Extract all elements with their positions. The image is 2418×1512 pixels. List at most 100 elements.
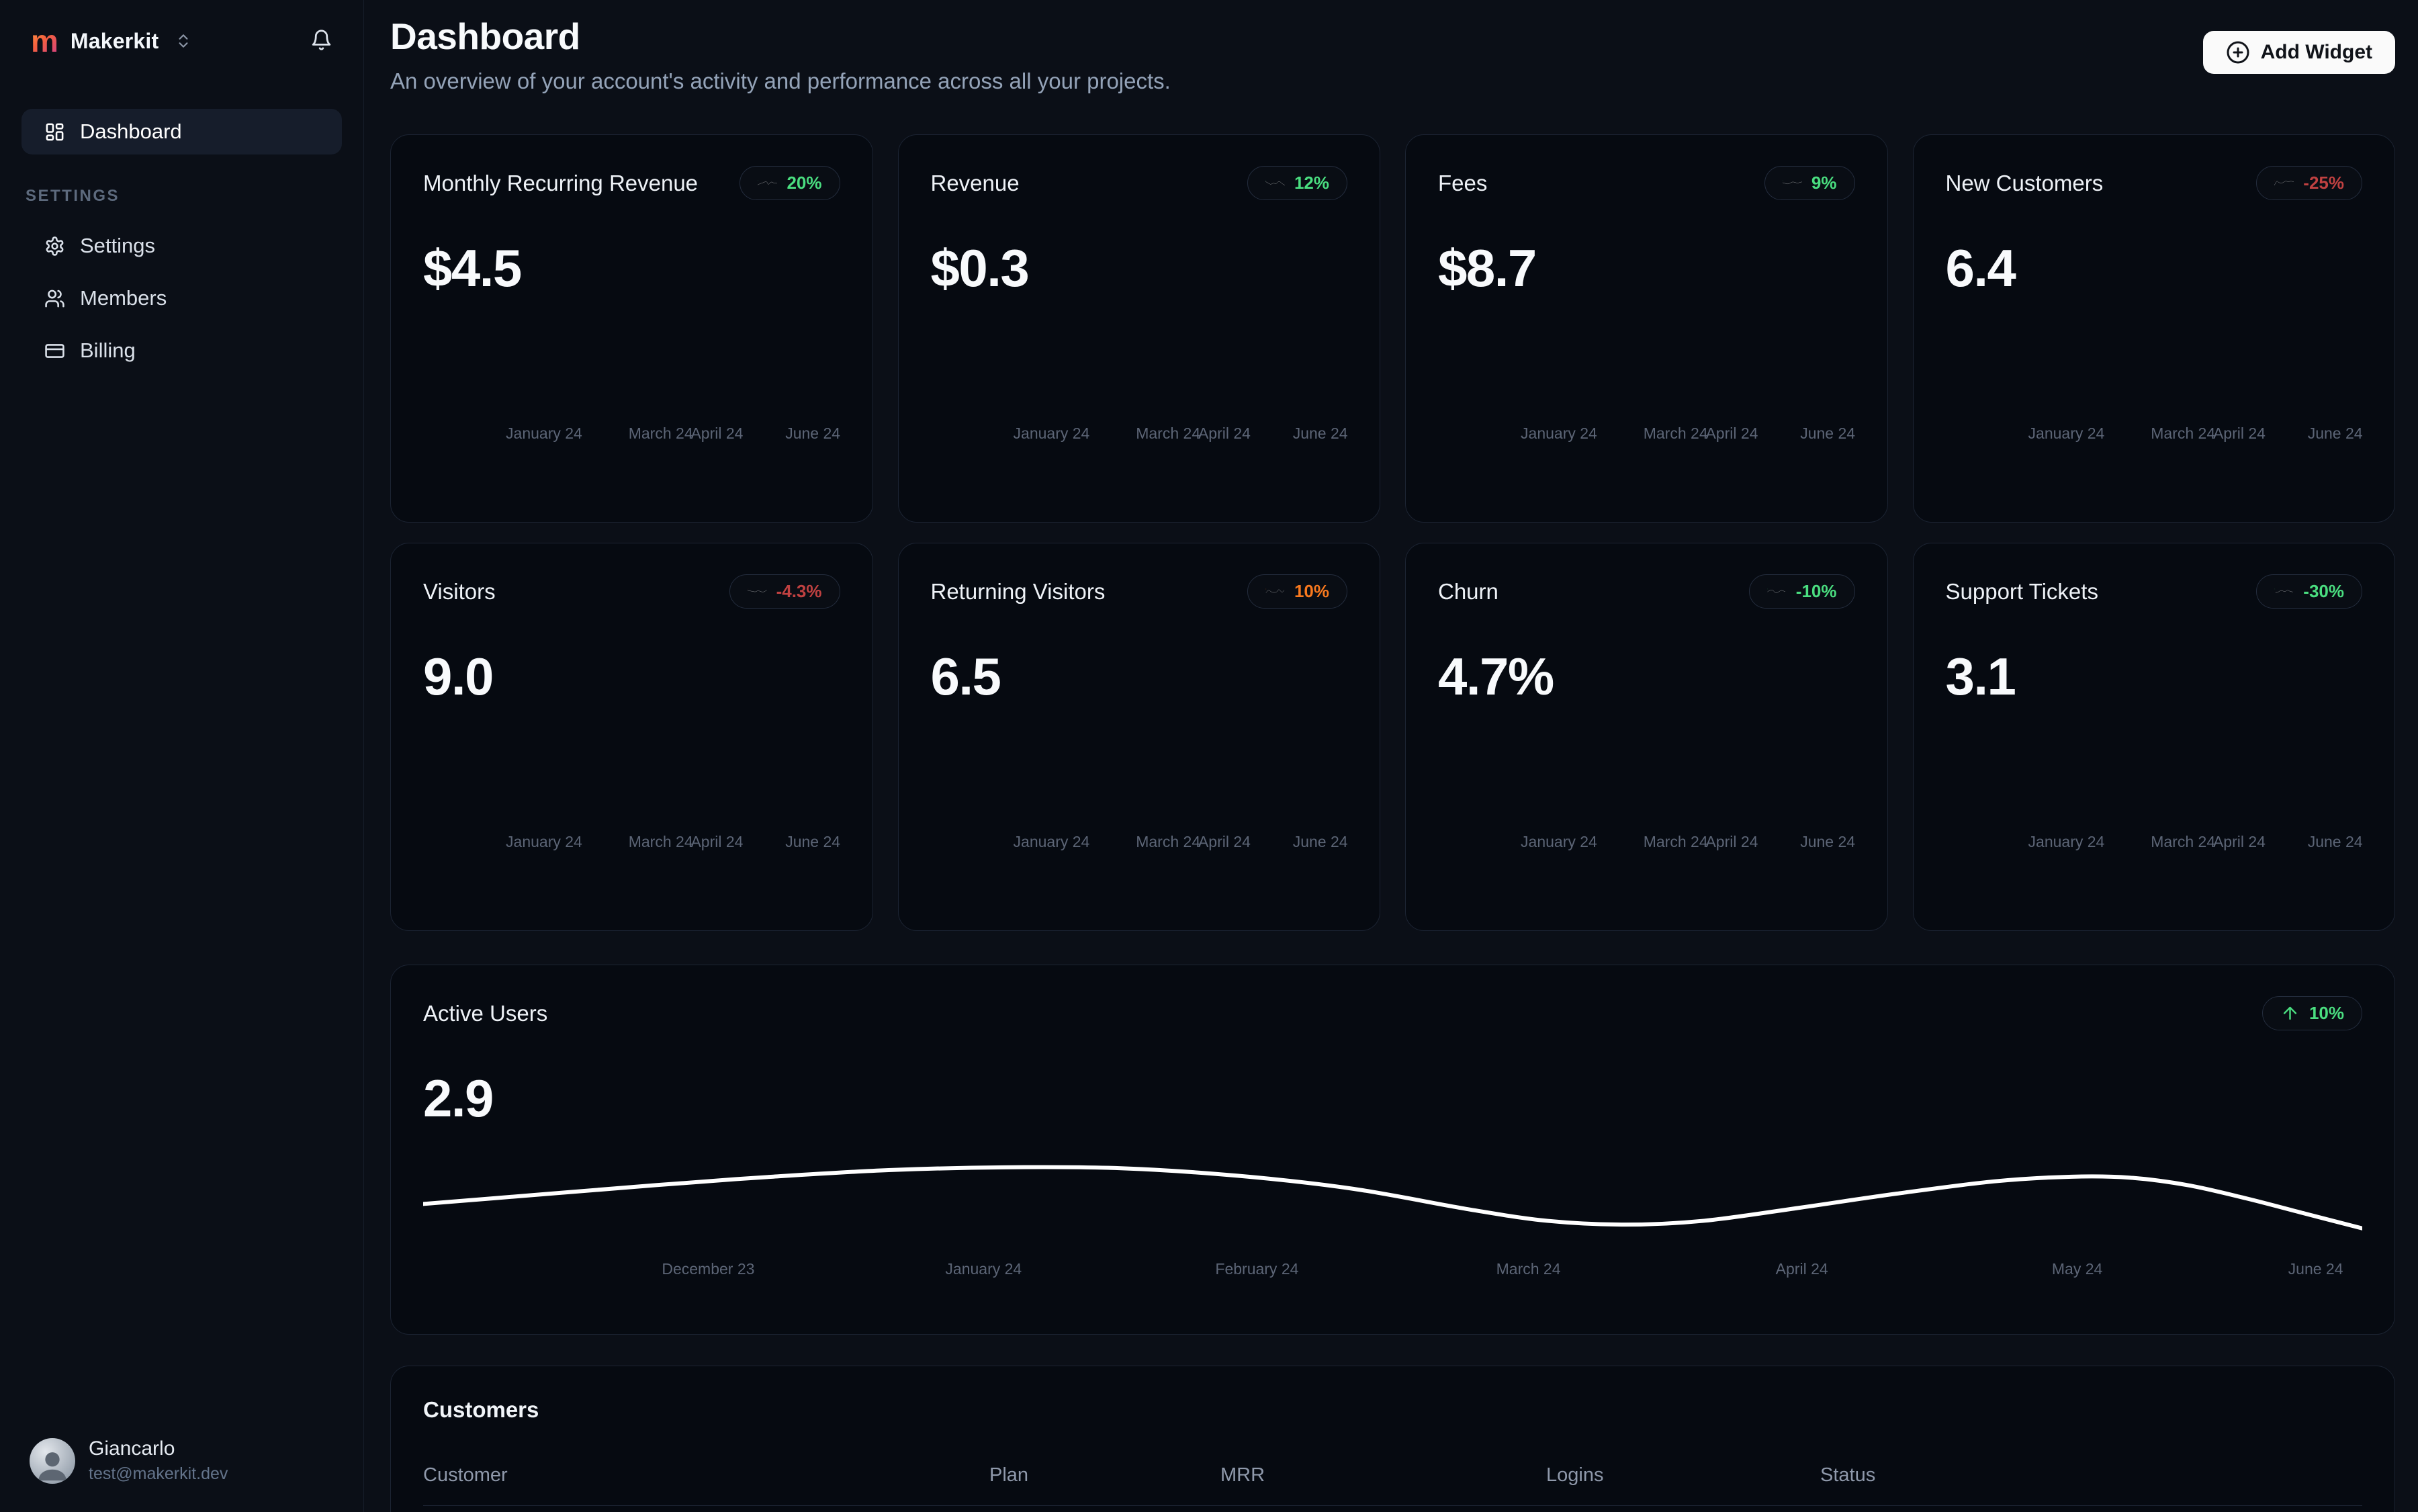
axis-label: January 24	[2028, 425, 2105, 442]
sparkline-chart	[1946, 707, 2363, 825]
gear-icon	[44, 236, 65, 257]
stat-card-title: Visitors	[423, 578, 496, 604]
page-title: Dashboard	[390, 15, 580, 57]
axis-label: June 24	[1292, 425, 1348, 442]
trend-badge: 10%	[1247, 574, 1347, 609]
axis-label: March 24	[1643, 425, 1708, 442]
makerkit-logo-icon: m	[31, 24, 58, 58]
bell-icon	[310, 30, 332, 53]
axis-label: February 24	[1215, 1260, 1299, 1278]
column-header-plan: Plan	[989, 1464, 1029, 1486]
sidebar-item-dashboard[interactable]: Dashboard	[21, 109, 342, 154]
axis-label: January 24	[1013, 425, 1090, 442]
settings-nav: Settings Members Billing	[0, 223, 363, 373]
stat-card: Visitors -4.3% 9.0 January 24 March 24 Apr…	[390, 543, 873, 931]
axis-label: June 24	[1800, 833, 1856, 850]
column-header-customer: Customer	[423, 1464, 508, 1486]
credit-card-icon	[44, 341, 65, 361]
axis-label: March 24	[1136, 425, 1201, 442]
trend-badge: 10%	[2262, 996, 2362, 1030]
axis-label: April 24	[1705, 425, 1758, 442]
stat-card-value: 6.5	[930, 647, 1001, 706]
x-axis-labels: January 24 March 24 April 24 June 24	[1946, 425, 2363, 443]
stat-card-value: 6.4	[1945, 238, 2016, 298]
stat-card: Returning Visitors 10% 6.5 January 24 Mar…	[897, 543, 1380, 931]
stat-card-title: Revenue	[930, 170, 1020, 195]
stat-card-title: Churn	[1438, 578, 1498, 604]
workspace-switcher[interactable]: m Makerkit	[31, 26, 192, 56]
sidebar-header: m Makerkit	[0, 0, 363, 56]
column-header-status: Status	[1820, 1464, 1876, 1486]
user-email: test@makerkit.dev	[89, 1464, 228, 1483]
stat-card: Churn -10% 4.7% January 24 March 24 April …	[1405, 543, 1888, 931]
x-axis-labels: January 24 March 24 April 24 June 24	[1438, 425, 1855, 443]
axis-label: June 24	[2288, 1260, 2343, 1278]
axis-label: June 24	[1800, 425, 1856, 442]
axis-label: May 24	[2051, 1260, 2103, 1278]
axis-label: January 24	[1013, 833, 1090, 850]
trend-badge: 12%	[1247, 166, 1347, 200]
circle-plus-icon	[2226, 40, 2250, 64]
sparkline-chart	[1438, 299, 1855, 416]
layout-dashboard-icon	[44, 122, 65, 142]
arrow-up-icon	[758, 173, 778, 193]
trend-badge: -30%	[2256, 574, 2362, 609]
user-name: Giancarlo	[89, 1437, 175, 1460]
sidebar-item-settings[interactable]: Settings	[21, 223, 342, 269]
sparkline-area: January 24 March 24 April 24 June 24	[1946, 299, 2363, 492]
stat-card-value: 3.1	[1945, 647, 2016, 706]
stat-card-title: Active Users	[423, 1000, 548, 1026]
arrow-down-icon	[747, 582, 767, 601]
sidebar-item-members[interactable]: Members	[21, 275, 342, 321]
axis-label: June 24	[785, 425, 841, 442]
axis-label: January 24	[506, 833, 582, 850]
primary-nav: Dashboard	[0, 109, 363, 154]
sparkline-area: January 24 March 24 April 24 June 24	[1438, 299, 1855, 492]
trend-badge: 9%	[1764, 166, 1855, 200]
notifications-button[interactable]	[310, 29, 332, 53]
sidebar: m Makerkit Dashboard SETTINGS Settings M…	[0, 0, 364, 1512]
sidebar-item-billing[interactable]: Billing	[21, 328, 342, 373]
axis-label: January 24	[2028, 833, 2105, 850]
sparkline-area: January 24 March 24 April 24 June 24	[1946, 707, 2363, 900]
add-widget-button[interactable]: Add Widget	[2202, 31, 2395, 74]
stat-card: Support Tickets -30% 3.1 January 24 March…	[1912, 543, 2395, 931]
menu-lines-icon	[1265, 582, 1285, 601]
customers-title: Customers	[423, 1397, 539, 1422]
sparkline-chart	[931, 707, 1348, 825]
axis-label: April 24	[2212, 425, 2266, 442]
arrow-down-icon	[2274, 173, 2294, 193]
arrow-up-icon	[2274, 582, 2294, 601]
axis-label: March 24	[1643, 833, 1708, 850]
chevron-up-down-icon	[175, 32, 192, 50]
stat-card-value: 4.7%	[1438, 647, 1554, 706]
sparkline-area: January 24 March 24 April 24 June 24	[423, 707, 840, 900]
column-header-mrr: MRR	[1220, 1464, 1265, 1486]
axis-label: January 24	[945, 1260, 1022, 1278]
x-axis-labels: January 24 March 24 April 24 June 24	[1438, 833, 1855, 852]
x-axis-labels: January 24 March 24 April 24 June 24	[423, 833, 840, 852]
axis-label: December 23	[662, 1260, 755, 1278]
axis-label: April 24	[2212, 833, 2266, 850]
column-header-logins: Logins	[1546, 1464, 1604, 1486]
axis-label: June 24	[2307, 833, 2363, 850]
page-subtitle: An overview of your account's activity a…	[390, 69, 1171, 93]
stat-card-value: 2.9	[423, 1069, 494, 1128]
sparkline-chart	[423, 299, 840, 416]
x-axis-labels: January 24 March 24 April 24 June 24	[423, 425, 840, 443]
axis-label: March 24	[1136, 833, 1201, 850]
sparkline-area: January 24 March 24 April 24 June 24	[423, 299, 840, 492]
trend-badge: -25%	[2256, 166, 2362, 200]
sparkline-area: January 24 March 24 April 24 June 24	[1438, 707, 1855, 900]
sparkline-area: January 24 March 24 April 24 June 24	[931, 299, 1348, 492]
stat-card-title: Returning Visitors	[930, 578, 1106, 604]
axis-label: March 24	[2151, 425, 2216, 442]
arrow-up-icon	[2280, 1004, 2300, 1023]
trend-badge: -4.3%	[729, 574, 840, 609]
sparkline-chart	[1946, 299, 2363, 416]
trend-badge: -10%	[1748, 574, 1855, 609]
user-menu[interactable]: Giancarlo test@makerkit.dev	[0, 1415, 363, 1512]
arrow-up-icon	[1782, 173, 1802, 193]
axis-label: March 24	[2151, 833, 2216, 850]
axis-label: April 24	[690, 425, 744, 442]
